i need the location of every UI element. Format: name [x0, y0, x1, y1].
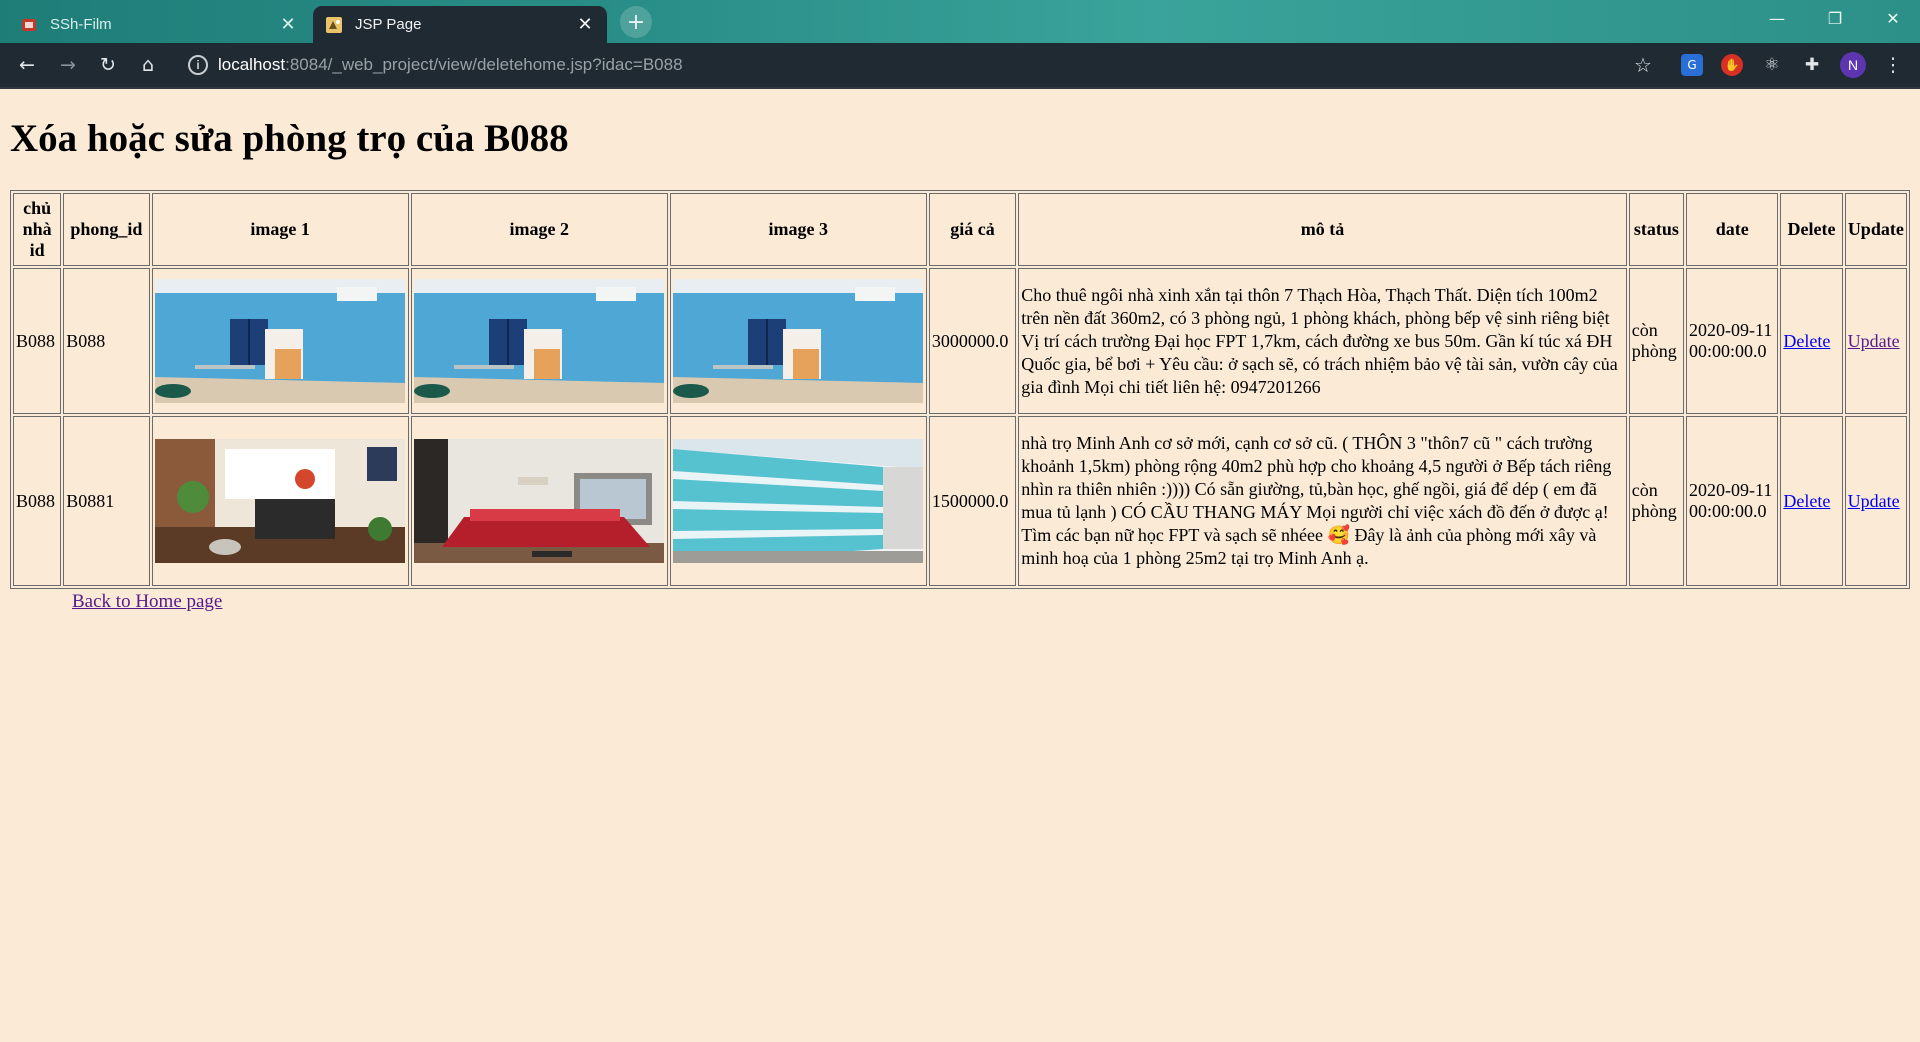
room-id-cell: B088: [63, 268, 150, 414]
minimize-icon[interactable]: —: [1748, 0, 1806, 36]
close-window-icon[interactable]: ✕: [1864, 0, 1920, 36]
table-row: B088 B088 3000000.0 Cho thuê ngôi nhà xi…: [13, 268, 1907, 414]
description-cell: nhà trọ Minh Anh cơ sở mới, cạnh cơ sở c…: [1018, 416, 1627, 586]
toolbar-divider: [0, 87, 1920, 89]
owner-id-cell: B088: [13, 268, 62, 414]
rooms-table: chủ nhà id phong_id image 1 image 2 imag…: [10, 190, 1910, 589]
delete-link[interactable]: Delete: [1783, 491, 1830, 511]
room-photo-living-area: [154, 439, 405, 563]
film-favicon-icon: [20, 16, 38, 34]
tab-jsp-page[interactable]: JSP Page ✕: [313, 6, 607, 43]
col-owner-id: chủ nhà id: [13, 193, 62, 266]
home-icon[interactable]: ⌂: [132, 49, 164, 81]
address-bar[interactable]: i localhost:8084/_web_project/view/delet…: [176, 48, 1668, 82]
bookmark-star-icon[interactable]: ☆: [1627, 49, 1659, 81]
col-description: mô tả: [1018, 193, 1627, 266]
room-photo-blue-wall: [413, 279, 664, 403]
close-tab-icon[interactable]: ✕: [278, 14, 298, 35]
site-info-icon[interactable]: i: [188, 55, 208, 75]
price-cell: 3000000.0: [928, 268, 1017, 414]
col-delete: Delete: [1780, 193, 1843, 266]
status-cell: còn phòng: [1628, 268, 1685, 414]
adblock-extension-icon[interactable]: ✋: [1721, 54, 1743, 76]
update-cell: Update: [1844, 416, 1907, 586]
header-row: chủ nhà id phong_id image 1 image 2 imag…: [13, 193, 1907, 266]
price-cell: 1500000.0: [928, 416, 1017, 586]
extensions-puzzle-icon[interactable]: ✚: [1801, 54, 1823, 76]
back-to-home-link[interactable]: Back to Home page: [72, 591, 222, 613]
restore-icon[interactable]: ❐: [1806, 0, 1864, 36]
col-status: status: [1628, 193, 1685, 266]
translate-extension-icon[interactable]: G: [1681, 54, 1703, 76]
room-photo-blue-wall: [154, 279, 405, 403]
tab-title: SSh-Film: [50, 16, 112, 33]
forward-arrow-icon[interactable]: →: [52, 49, 84, 81]
delete-cell: Delete: [1780, 416, 1843, 586]
react-devtools-icon[interactable]: ⚛: [1761, 54, 1783, 76]
image-cell: [669, 416, 927, 586]
room-id-cell: B0881: [63, 416, 150, 586]
image-cell: [151, 416, 409, 586]
col-room-id: phong_id: [63, 193, 150, 266]
reload-icon[interactable]: ↻: [92, 49, 124, 81]
browser-toolbar: ← → ↻ ⌂ i localhost:8084/_web_project/vi…: [0, 43, 1920, 87]
profile-avatar[interactable]: N: [1840, 52, 1866, 78]
col-price: giá cả: [928, 193, 1017, 266]
date-cell: 2020-09-11 00:00:00.0: [1686, 416, 1779, 586]
page-title: Xóa hoặc sửa phòng trọ của B088: [10, 117, 569, 160]
delete-link[interactable]: Delete: [1783, 331, 1830, 351]
room-photo-bedroom: [413, 439, 664, 563]
date-cell: 2020-09-11 00:00:00.0: [1686, 268, 1779, 414]
col-image-3: image 3: [669, 193, 927, 266]
image-cell: [151, 268, 409, 414]
table-row: B088 B0881 1500000.0 nhà trọ Minh Anh cơ…: [13, 416, 1907, 586]
tab-strip: SSh-Film ✕ JSP Page ✕ + — ❐ ✕: [0, 0, 1920, 43]
description-cell: Cho thuê ngôi nhà xinh xắn tại thôn 7 Th…: [1018, 268, 1627, 414]
image-cell: [410, 416, 668, 586]
col-update: Update: [1844, 193, 1907, 266]
owner-id-cell: B088: [13, 416, 62, 586]
col-image-1: image 1: [151, 193, 409, 266]
tab-title: JSP Page: [355, 16, 422, 33]
image-cell: [669, 268, 927, 414]
new-tab-button[interactable]: +: [620, 6, 652, 38]
status-cell: còn phòng: [1628, 416, 1685, 586]
col-date: date: [1686, 193, 1779, 266]
building-photo-exterior: [672, 439, 923, 563]
url-path: :8084/_web_project/view/deletehome.jsp?i…: [285, 55, 683, 74]
image-cell: [410, 268, 668, 414]
update-cell: Update: [1844, 268, 1907, 414]
update-link[interactable]: Update: [1848, 491, 1900, 511]
delete-cell: Delete: [1780, 268, 1843, 414]
back-arrow-icon[interactable]: ←: [11, 49, 43, 81]
tab-ssh-film[interactable]: SSh-Film ✕: [8, 6, 310, 43]
close-tab-icon[interactable]: ✕: [575, 14, 595, 35]
room-photo-blue-wall: [672, 279, 923, 403]
col-image-2: image 2: [410, 193, 668, 266]
jsp-favicon-icon: [325, 16, 343, 34]
menu-kebab-icon[interactable]: ⋮: [1877, 49, 1909, 81]
update-link[interactable]: Update: [1848, 331, 1900, 351]
url-host: localhost: [218, 55, 286, 74]
